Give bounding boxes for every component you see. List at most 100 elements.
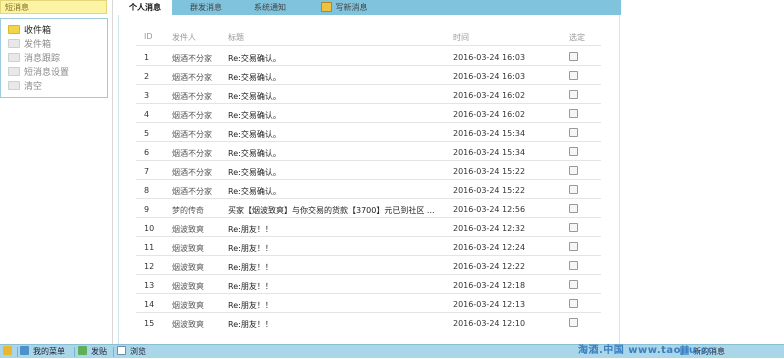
cell-title[interactable]: Re:交易确认。 [228,167,281,178]
row-divider [136,236,601,237]
divider [17,347,18,357]
my-menu-button[interactable]: 我的菜单 [20,345,65,359]
cell-title[interactable]: Re:朋友！！ [228,319,273,330]
cell-sender[interactable]: 烟波致爽 [172,300,204,311]
post-button[interactable]: 发贴 [78,345,107,359]
tab-compose[interactable]: 写新消息 [308,0,380,15]
cell-title[interactable]: Re:朋友！！ [228,243,273,254]
cell-title[interactable]: Re:交易确认。 [228,110,281,121]
row-divider [136,141,601,142]
select-checkbox[interactable] [569,71,578,80]
row-divider [136,122,601,123]
row-divider [136,103,601,104]
watermark-text: 淘酒.中国 www.taojiu.cc [578,345,714,356]
folder-icon [8,25,20,34]
cell-sender[interactable]: 烟波致爽 [172,281,204,292]
row-divider [136,293,601,294]
cell-title[interactable]: Re:交易确认。 [228,148,281,159]
folder-icon [8,67,20,76]
browse-label: 浏览 [130,347,146,356]
cell-sender[interactable]: 烟酒不分家 [172,72,212,83]
sidebar-item-label: 收件箱 [24,26,52,36]
cell-title[interactable]: Re:交易确认。 [228,186,281,197]
select-checkbox[interactable] [569,280,578,289]
cell-sender[interactable]: 烟酒不分家 [172,186,212,197]
sidebar-item-outbox[interactable]: 发件箱 [8,39,51,51]
select-checkbox[interactable] [569,52,578,61]
select-checkbox[interactable] [569,166,578,175]
cell-title[interactable]: Re:交易确认。 [228,129,281,140]
cell-sender[interactable]: 梦的传奇 [172,205,204,216]
cell-sender[interactable]: 烟波致爽 [172,319,204,330]
cell-time: 2016-03-24 16:02 [453,110,526,119]
cell-title[interactable]: Re:朋友！！ [228,262,273,273]
cell-sender[interactable]: 烟酒不分家 [172,110,212,121]
row-divider [136,198,601,199]
cell-id: 1 [144,53,150,62]
select-checkbox[interactable] [569,299,578,308]
sidebar: 短消息 收件箱 发件箱 消息跟踪 短消息设置 清空 [0,0,108,344]
sidebar-item-tracking[interactable]: 消息跟踪 [8,53,60,65]
cell-time: 2016-03-24 16:02 [453,91,526,100]
tab-group-messages[interactable]: 群发消息 [176,0,236,15]
sidebar-header: 短消息 [0,0,107,14]
cell-title[interactable]: Re:交易确认。 [228,53,281,64]
cell-sender[interactable]: 烟酒不分家 [172,53,212,64]
select-checkbox[interactable] [569,90,578,99]
tab-personal-messages[interactable]: 个人消息 [118,0,172,15]
row-divider [136,274,601,275]
cell-sender[interactable]: 烟酒不分家 [172,129,212,140]
folder-icon [8,53,20,62]
sidebar-item-label: 短消息设置 [24,68,70,78]
cell-sender[interactable]: 烟酒不分家 [172,91,212,102]
select-checkbox[interactable] [569,261,578,270]
compose-icon [320,1,332,12]
divider [74,347,75,357]
select-checkbox[interactable] [569,109,578,118]
tab-compose-label: 写新消息 [335,3,368,12]
cell-id: 15 [144,319,155,328]
cell-title[interactable]: Re:交易确认。 [228,72,281,83]
select-checkbox[interactable] [569,185,578,194]
select-checkbox[interactable] [569,318,578,327]
cell-title[interactable]: Re:朋友！！ [228,281,273,292]
folder-icon [8,81,20,90]
cell-sender[interactable]: 烟波致爽 [172,262,204,273]
cell-title[interactable]: Re:朋友！！ [228,300,273,311]
cell-sender[interactable]: 烟波致爽 [172,243,204,254]
divider [113,347,114,357]
cell-time: 2016-03-24 15:22 [453,186,526,195]
cell-time: 2016-03-24 12:24 [453,243,526,252]
select-checkbox[interactable] [569,242,578,251]
post-label: 发贴 [91,347,107,356]
cell-id: 9 [144,205,150,214]
download-icon[interactable] [3,345,16,359]
cell-time: 2016-03-24 12:10 [453,319,526,328]
sidebar-item-inbox[interactable]: 收件箱 [8,25,51,37]
cell-title[interactable]: Re:朋友！！ [228,224,273,235]
cell-id: 5 [144,129,150,138]
cell-id: 12 [144,262,155,271]
select-checkbox[interactable] [569,147,578,156]
cell-id: 6 [144,148,150,157]
column-header-select: 选定 [569,33,585,42]
sidebar-item-clear[interactable]: 清空 [8,81,42,93]
cell-time: 2016-03-24 12:56 [453,205,526,214]
select-checkbox[interactable] [569,204,578,213]
tab-system-notifications[interactable]: 系统通知 [240,0,300,15]
sidebar-item-settings[interactable]: 短消息设置 [8,67,69,79]
cell-title[interactable]: Re:交易确认。 [228,91,281,102]
header-divider [136,45,601,46]
column-header-time: 时间 [453,33,469,42]
cell-id: 14 [144,300,155,309]
cell-title[interactable]: 买家【烟波致爽】与你交易的货款【3700】元已到社区 ... [228,205,435,216]
cell-time: 2016-03-24 15:34 [453,148,526,157]
cell-time: 2016-03-24 16:03 [453,53,526,62]
cell-sender[interactable]: 烟波致爽 [172,224,204,235]
cell-sender[interactable]: 烟酒不分家 [172,148,212,159]
select-checkbox[interactable] [569,128,578,137]
cell-sender[interactable]: 烟酒不分家 [172,167,212,178]
select-checkbox[interactable] [569,223,578,232]
cell-id: 2 [144,72,150,81]
browse-button[interactable]: 浏览 [117,345,146,359]
